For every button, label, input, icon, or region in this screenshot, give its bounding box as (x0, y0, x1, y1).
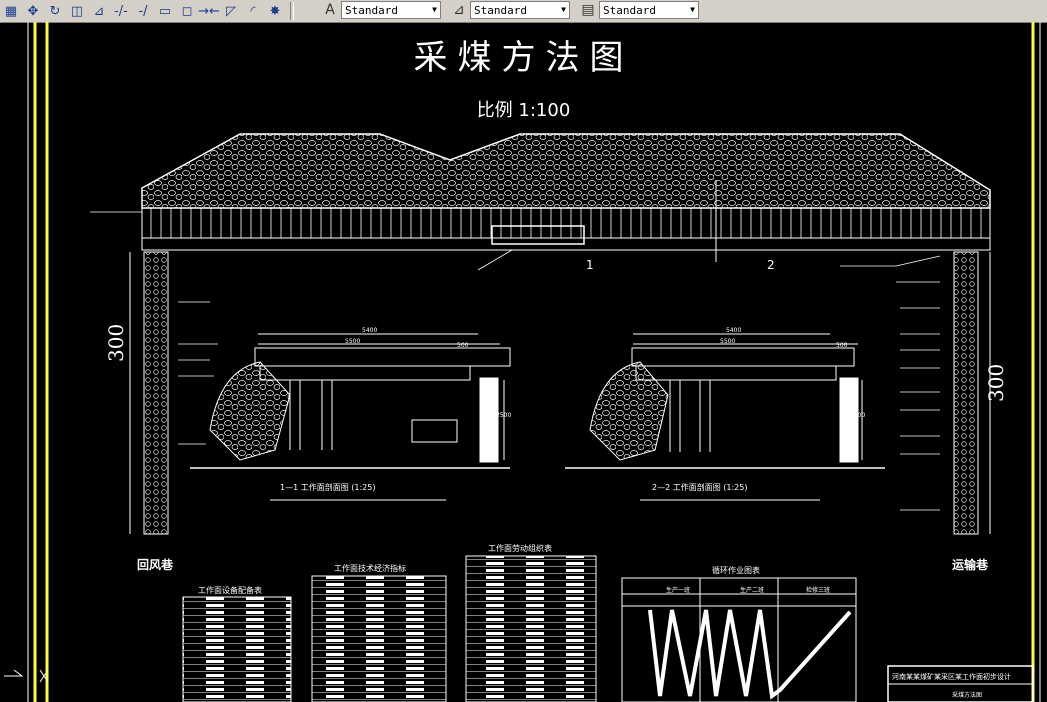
toolbar-separator (290, 2, 294, 20)
dim-500-a: 500 (457, 342, 469, 349)
section-1-1 (190, 333, 511, 469)
left-height-dim: 300 (104, 323, 128, 362)
chevron-down-icon: ▼ (432, 5, 437, 14)
drawing-canvas[interactable]: 采煤方法图 比例 1:100 1 2 300 300 回风巷 运输巷 1—1 工… (0, 22, 1047, 702)
chart-header-1: 生产一班 (666, 587, 691, 594)
table-style-select[interactable]: Standard ▼ (599, 1, 699, 19)
drawing-scale: 比例 1:100 (476, 100, 571, 121)
chart-title: 循环作业图表 (712, 566, 760, 575)
left-roadway-label: 回风巷 (137, 558, 174, 572)
table-style-icon[interactable]: ▤ (578, 1, 598, 19)
text-style-select[interactable]: Standard ▼ (341, 1, 441, 19)
dim-500-b: 500 (836, 342, 848, 349)
cad-drawing (4, 22, 1041, 702)
dim-2500-b: 2500 (850, 412, 866, 419)
caved-roof-rock (141, 133, 991, 209)
right-height-dim: 300 (984, 363, 1008, 402)
table2-title: 工作面技术经济指标 (334, 564, 406, 573)
dim-5400-a: 5400 (362, 327, 378, 334)
dim-5500-b: 5500 (720, 338, 736, 345)
section1-caption: 1—1 工作面剖面图 (1:25) (280, 483, 376, 492)
dim-style-icon[interactable]: ⊿ (449, 1, 469, 19)
table1-title: 工作面设备配备表 (198, 586, 262, 595)
section2-caption: 2—2 工作面剖面图 (1:25) (652, 483, 748, 492)
dim-style-select[interactable]: Standard ▼ (470, 1, 570, 19)
leader-lines (90, 211, 941, 511)
trim-icon[interactable]: -/- (110, 1, 132, 21)
drawing-title: 采煤方法图 (413, 38, 634, 78)
break-at-point-icon[interactable]: ◻ (176, 1, 198, 21)
section-marker-2: 2 (767, 258, 775, 272)
text-style-icon[interactable]: A (320, 1, 340, 19)
table-style-value: Standard (603, 3, 656, 17)
extend-icon[interactable]: -/ (132, 1, 154, 21)
explode-icon[interactable]: ✸ (264, 1, 286, 21)
scale-icon[interactable]: ◫ (66, 1, 88, 21)
chart-header-3: 检修三班 (806, 587, 831, 594)
stretch-icon[interactable]: ⊿ (88, 1, 110, 21)
break-icon[interactable]: ▭ (154, 1, 176, 21)
move-icon[interactable]: ✥ (22, 1, 44, 21)
ucs-icon (4, 669, 49, 683)
table3-title: 工作面劳动组织表 (488, 544, 552, 553)
chevron-down-icon: ▼ (561, 5, 566, 14)
dim-2500-a: 2500 (496, 412, 512, 419)
left-roadway-pillar (143, 251, 169, 535)
chevron-down-icon: ▼ (690, 5, 695, 14)
grid-icon[interactable]: ▦ (0, 1, 22, 21)
right-roadway-pillar (953, 251, 979, 535)
text-style-value: Standard (345, 3, 398, 17)
tech-economic-table (311, 575, 447, 702)
title-block-sub: 采煤方法图 (952, 692, 983, 699)
cycle-chart-lines (648, 609, 852, 700)
labor-organization-table (465, 555, 597, 702)
chamfer-icon[interactable]: ◸ (220, 1, 242, 21)
dim-5400-b: 5400 (726, 327, 742, 334)
join-icon[interactable]: →← (198, 1, 220, 21)
dim-style-value: Standard (474, 3, 527, 17)
rotate-icon[interactable]: ↻ (44, 1, 66, 21)
title-block-text: 河南某某煤矿某采区某工作面初步设计 (892, 673, 1011, 681)
equipment-table (182, 596, 292, 702)
right-roadway-label: 运输巷 (952, 558, 989, 572)
fillet-icon[interactable]: ◜ (242, 1, 264, 21)
dim-5500-a: 5500 (345, 338, 361, 345)
hydraulic-supports-row (141, 207, 991, 239)
section-marker-1: 1 (586, 258, 594, 272)
section-2-2 (565, 333, 885, 469)
chart-header-2: 生产二班 (740, 587, 765, 594)
